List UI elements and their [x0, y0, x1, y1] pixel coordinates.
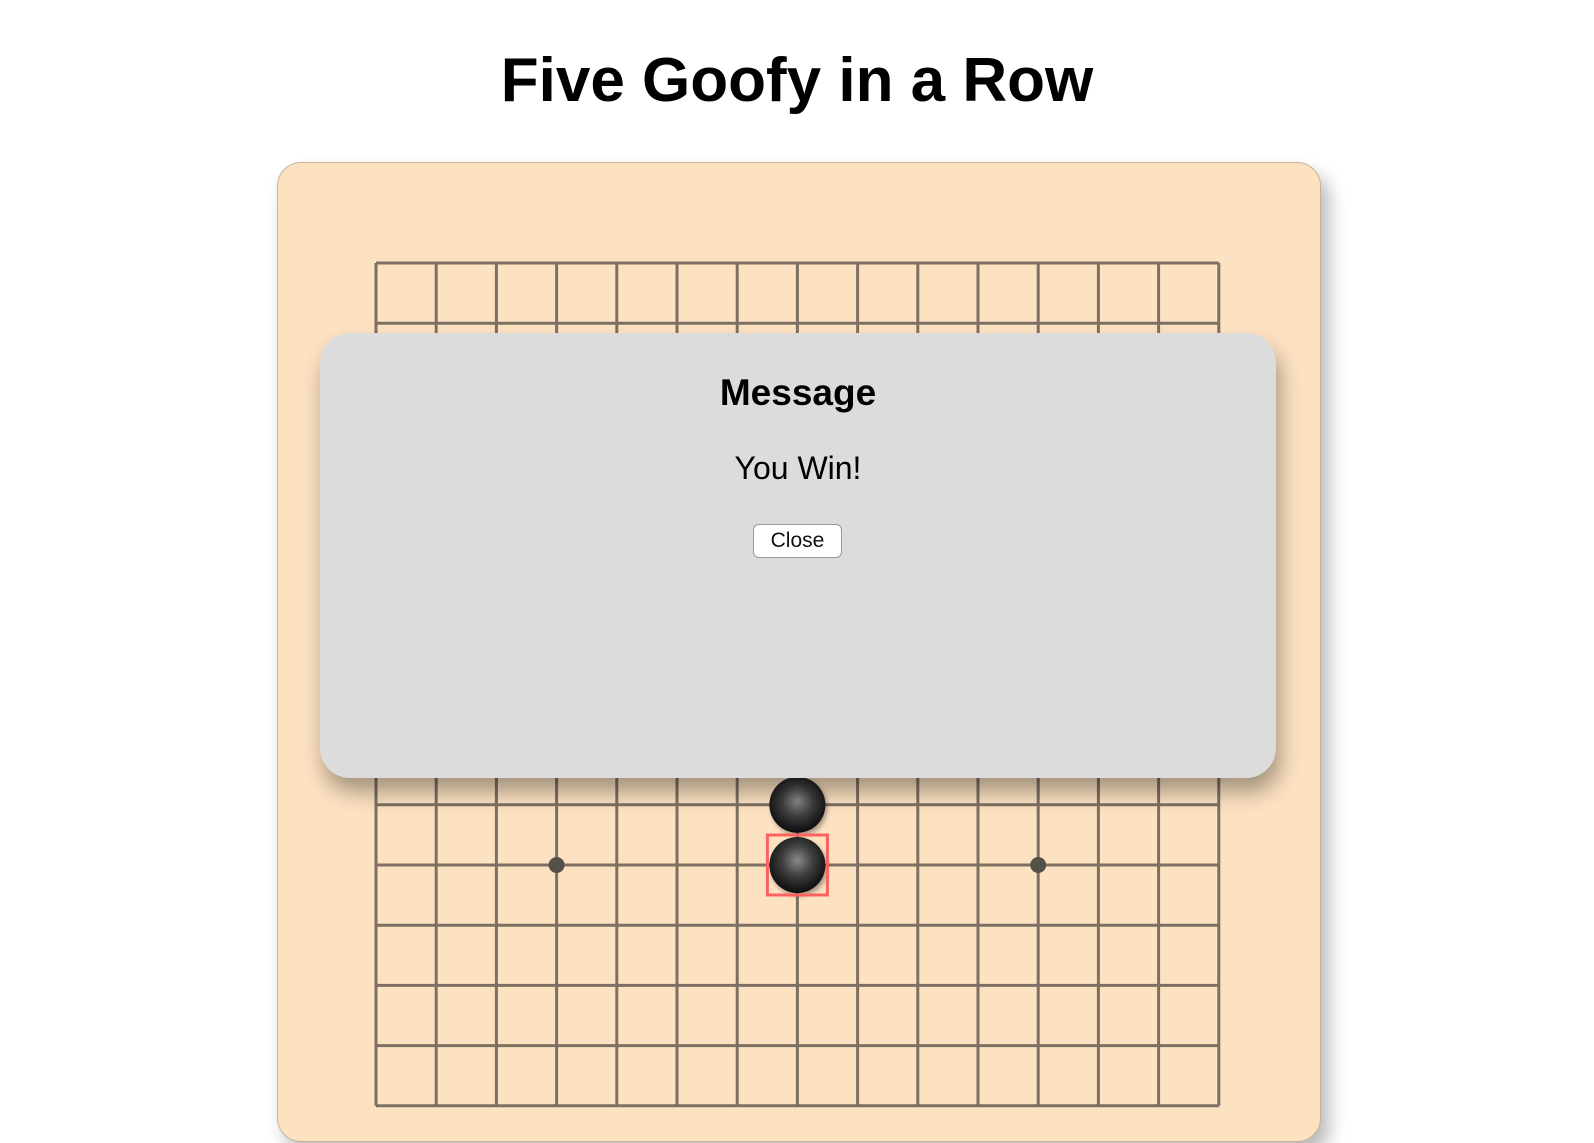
star-point — [1030, 857, 1047, 873]
black-stone — [769, 776, 826, 833]
dialog-title: Message — [719, 372, 877, 413]
dialog-message: You Win! — [734, 450, 862, 486]
page-title: Five Goofy in a Row — [500, 46, 1094, 115]
star-point — [548, 857, 565, 873]
close-button[interactable]: Close — [753, 524, 842, 558]
black-stone — [769, 837, 826, 893]
message-dialog: Message You Win! Close — [320, 333, 1276, 778]
